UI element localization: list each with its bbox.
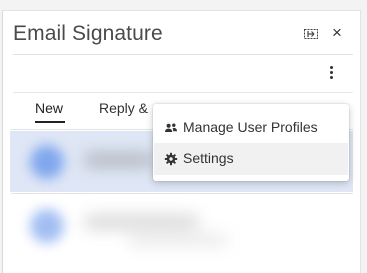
panel-title: Email Signature bbox=[13, 22, 163, 45]
blurred-signature-text bbox=[128, 235, 228, 245]
app-frame: Email Signature × New Reply & Manage Use… bbox=[0, 0, 367, 273]
gear-icon bbox=[164, 152, 178, 166]
blurred-avatar bbox=[30, 209, 64, 243]
more-options-menu: Manage User Profiles Settings bbox=[153, 104, 349, 181]
more-vertical-icon bbox=[329, 66, 333, 69]
row-divider bbox=[11, 193, 353, 194]
blurred-signature-text bbox=[84, 215, 199, 229]
tab-new[interactable]: New bbox=[35, 100, 63, 116]
menu-item-settings[interactable]: Settings bbox=[154, 143, 348, 175]
task-pane: Email Signature × New Reply & Manage Use… bbox=[2, 10, 361, 273]
tab-reply-forward[interactable]: Reply & bbox=[99, 100, 148, 116]
title-divider bbox=[13, 54, 353, 55]
menu-item-label: Settings bbox=[183, 150, 234, 166]
signature-list-item[interactable] bbox=[10, 195, 353, 256]
tab-selected-indicator bbox=[35, 121, 65, 123]
blurred-signature-text bbox=[84, 153, 154, 167]
menu-item-manage-user-profiles[interactable]: Manage User Profiles bbox=[154, 112, 348, 144]
pin-panel-icon[interactable] bbox=[303, 26, 319, 42]
toolbar-divider bbox=[13, 92, 353, 93]
more-options-button[interactable] bbox=[325, 64, 337, 82]
close-icon[interactable]: × bbox=[329, 24, 345, 41]
blurred-avatar bbox=[30, 145, 64, 179]
users-icon bbox=[164, 121, 178, 135]
menu-item-label: Manage User Profiles bbox=[183, 119, 318, 135]
